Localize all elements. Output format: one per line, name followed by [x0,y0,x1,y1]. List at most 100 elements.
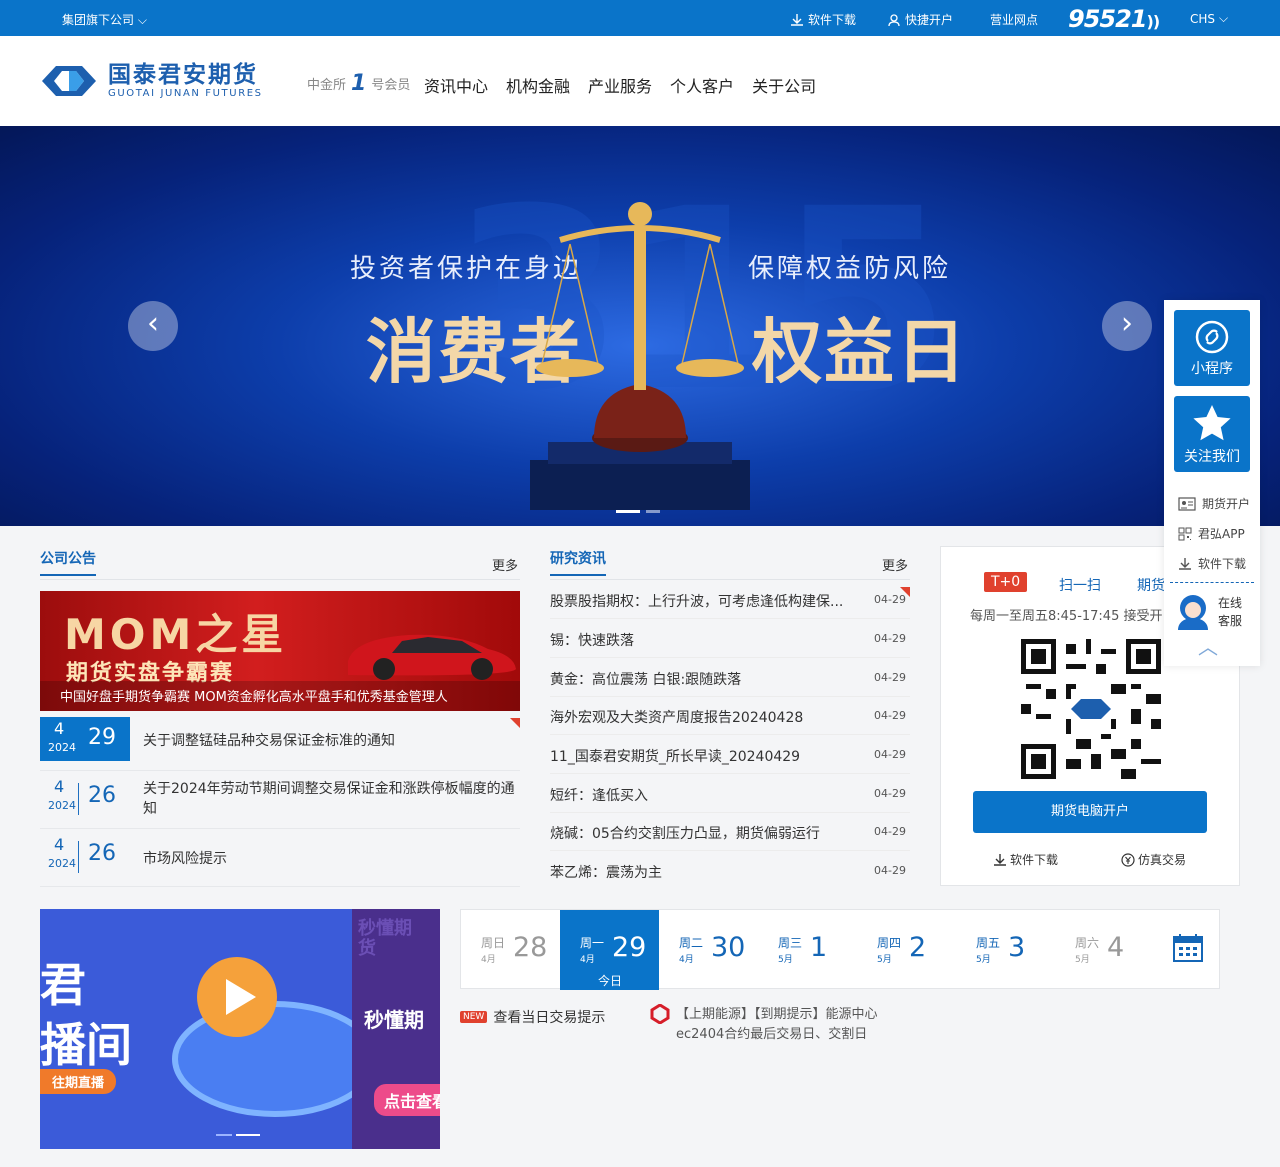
live-pagination [216,1134,260,1136]
notice-more-link[interactable]: 更多 [492,555,518,574]
notice-item[interactable]: 4 2024 26 市场风险提示 [40,831,520,887]
pager-dot[interactable] [646,510,660,513]
sidebar-download-link[interactable]: 软件下载 [1178,555,1246,572]
day-number: 4 [1107,932,1125,963]
logo-mark-icon [42,65,96,96]
month: 4月 [679,955,694,965]
promo-caption: 中国好盘手期货争霸赛 MOM资金孵化高水平盘手和优秀基金管理人 [40,681,520,711]
open-label: 快捷开户 [905,13,954,27]
signal-icon: )) [1146,12,1161,31]
quick-open-link[interactable]: 快捷开户 [887,11,953,28]
banner-prev-button[interactable]: ‹ [128,301,178,351]
notice-item[interactable]: 4 2024 29 关于调整锰硅品种交易保证金标准的通知 [40,715,520,771]
research-text: 短纤：逢低买入 [550,788,648,804]
live-banner[interactable]: 君 播间 往期直播 秒懂期货 秒懂期 点击查看 [40,909,440,1149]
calendar-day[interactable]: 周四 5月 2 [857,910,956,990]
follow-us-button[interactable]: 关注我们 [1174,396,1250,472]
daily-tip-link[interactable]: NEW 查看当日交易提示 [460,1007,605,1027]
chevron-right-icon: › [1121,306,1133,341]
notice-text: 关于2024年劳动节期间调整交易保证金和涨跌停板幅度的通知 [143,781,515,817]
calendar-day[interactable]: 周二 4月 30 [659,910,758,990]
pager-dot-active[interactable] [616,510,640,513]
day-number: 30 [711,932,746,963]
notice-month: 4 [54,777,65,796]
tab-futures[interactable]: 期货 [1137,575,1165,595]
sidebar-app-link[interactable]: 君弘APP [1178,525,1245,542]
research-more-link[interactable]: 更多 [882,555,908,574]
research-item[interactable]: 短纤：逢低买入 04-29 [550,774,910,813]
customer-service-icon [1178,595,1208,630]
member-suffix: 号会员 [371,78,411,93]
banner-next-button[interactable]: › [1102,301,1152,351]
day-number: 3 [1008,932,1026,963]
member-badge: 中金所 1 号会员 [307,72,411,94]
nav-item-about[interactable]: 关于公司 [752,73,816,97]
research-item[interactable]: 黄金：高位震荡 白银:跟随跌落 04-29 [550,658,910,697]
weekday: 周一 [580,936,605,950]
mini-program-button[interactable]: 小程序 [1174,310,1250,386]
notice-item[interactable]: 4 2024 26 关于2024年劳动节期间调整交易保证金和涨跌停板幅度的通知 [40,773,520,829]
promo-banner[interactable]: MOM之星 期货实盘争霸赛 中国好盘手期货争霸赛 MOM资金孵化高水平盘手和优秀… [40,591,520,711]
branch-link[interactable]: 营业网点 [990,11,1038,28]
weekday: 周三 [778,936,803,950]
pc-open-account-button[interactable]: 期货电脑开户 [973,791,1207,833]
nav-item-industry[interactable]: 产业服务 [588,73,652,97]
yen-coin-icon [1121,852,1135,867]
research-item[interactable]: 股票股指期权：上行升波，可考虑逢低构建保... 04-29 [550,580,910,619]
date-divider [78,841,79,873]
language-label: CHS [1190,11,1216,26]
research-text: 股票股指期权：上行升波，可考虑逢低构建保... [550,594,844,610]
notice-date-box: 4 2024 26 [40,833,130,877]
research-item[interactable]: 11_国泰君安期货_所长早读_20240429 04-29 [550,735,910,774]
group-companies-menu[interactable]: 集团旗下公司 ⌵ [62,11,147,28]
weekday: 周六 [1075,936,1100,950]
live-side-button[interactable]: 点击查看 [374,1084,440,1116]
online-label-2: 客服 [1218,614,1243,628]
research-item[interactable]: 锡：快速跌落 04-29 [550,619,910,658]
pager-dot-active[interactable] [236,1134,260,1136]
notice-year: 2024 [48,741,76,754]
tab-scan[interactable]: 扫一扫 [1059,575,1101,595]
live-side-title: 秒懂期 [364,1008,424,1032]
sim-trade-link[interactable]: 仿真交易 [1121,851,1186,868]
calendar-day-today[interactable]: 周一 4月 29 今日 [560,910,659,990]
notice-year: 2024 [48,799,76,812]
hero-banner[interactable]: 315 投资者保护在身边 消费者 保障权益防风险 权益日 ‹ › [0,126,1280,526]
calendar-day[interactable]: 周三 5月 1 [758,910,857,990]
back-to-top-icon[interactable]: ︿ [1198,637,1218,657]
nav-item-news[interactable]: 资讯中心 [424,73,488,97]
online-service-button[interactable]: 在线 客服 [1174,592,1242,632]
calendar-event[interactable]: 【上期能源】【到期提示】能源中心 ec2404合约最后交易日、交割日 [676,1005,878,1045]
calendar-day[interactable]: 周六 5月 4 [1055,910,1154,990]
energy-center-icon [650,1004,670,1024]
new-corner-icon [510,718,520,728]
calendar-day[interactable]: 周五 5月 3 [956,910,1055,990]
research-item[interactable]: 烧碱：05合约交割压力凸显，期货偏弱运行 04-29 [550,812,910,851]
nav-item-personal[interactable]: 个人客户 [670,73,734,97]
tab-t0[interactable]: T+0 [984,572,1028,592]
research-item[interactable]: 苯乙烯：震荡为主 04-29 [550,851,910,890]
star-icon [1193,405,1231,441]
calendar-icon[interactable] [1173,934,1203,962]
logo[interactable]: 国泰君安期货 GUOTAI JUNAN FUTURES [40,62,263,99]
language-switch[interactable]: CHS ⌵ [1190,11,1228,26]
month: 5月 [976,955,991,965]
banner-right-big: 权益日 [752,311,968,393]
nav-item-institution[interactable]: 机构金融 [506,73,570,97]
research-title[interactable]: 研究资讯 [550,548,606,576]
software-download-link[interactable]: 软件下载 [790,11,856,28]
sidebar-open-account[interactable]: 期货开户 [1178,495,1250,512]
qr-download-link[interactable]: 软件下载 [993,851,1058,868]
notice-title[interactable]: 公司公告 [40,548,96,576]
event-line-2: ec2404合约最后交易日、交割日 [676,1027,868,1042]
user-icon [888,13,900,26]
header: 国泰君安期货 GUOTAI JUNAN FUTURES 中金所 1 号会员 资讯… [0,36,1280,126]
download-label: 软件下载 [1198,557,1247,571]
research-date: 04-29 [874,748,906,761]
trading-calendar: 周日 4月 28 周一 4月 29 今日 周二 4月 30 周三 5月 1 周四 5月 2 周五 5月 3… [460,909,1220,990]
research-text: 海外宏观及大类资产周度报告20240428 [550,710,804,726]
calendar-day[interactable]: 周日 4月 28 [461,910,560,990]
research-item[interactable]: 海外宏观及大类资产周度报告20240428 04-29 [550,696,910,735]
pager-dot[interactable] [216,1134,232,1136]
new-badge: NEW [460,1011,488,1023]
